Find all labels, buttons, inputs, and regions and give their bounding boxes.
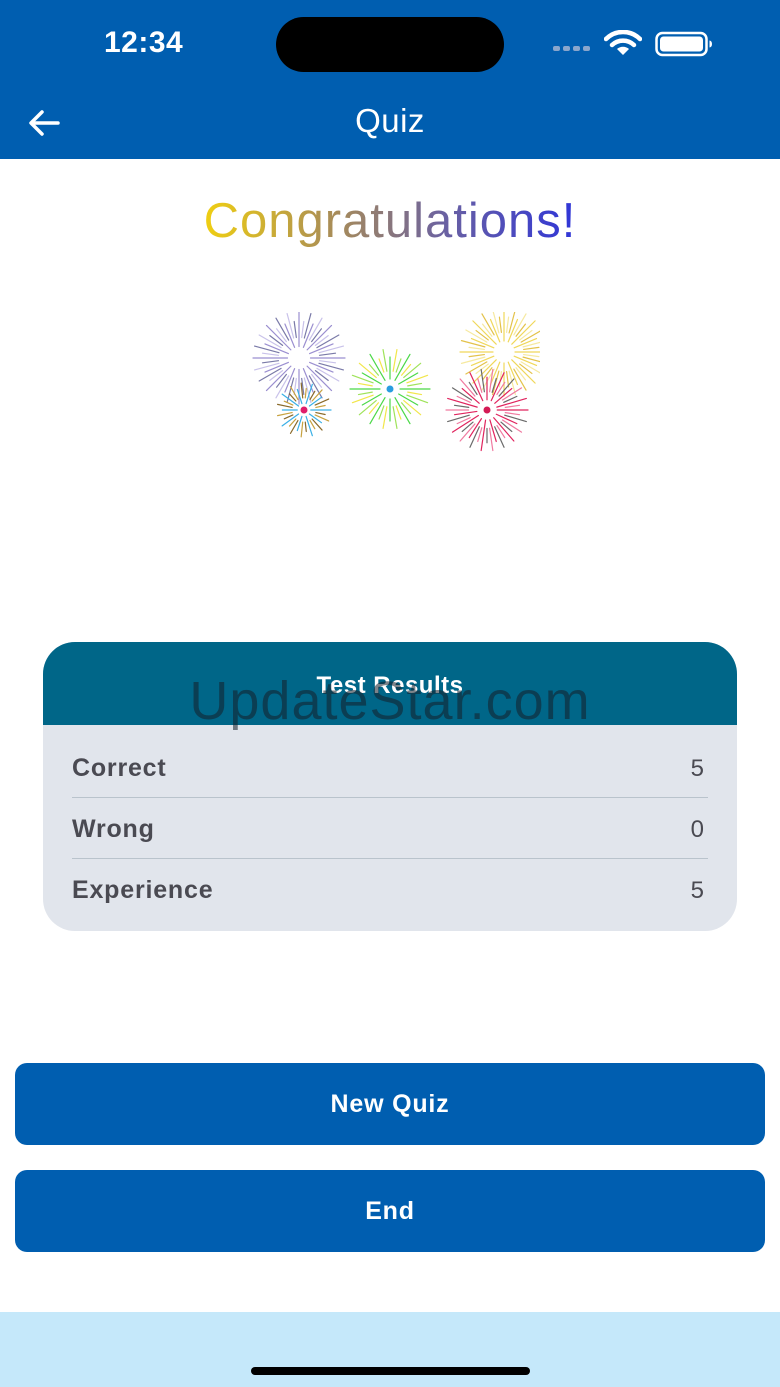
firework-spark xyxy=(461,421,474,433)
firework-spark xyxy=(253,345,280,354)
end-button[interactable]: End xyxy=(15,1170,765,1252)
firework-spark xyxy=(351,394,374,404)
result-value: 5 xyxy=(690,876,704,904)
firework-spark xyxy=(318,352,337,356)
firework-spark xyxy=(283,414,294,420)
firework-spark xyxy=(305,415,313,437)
result-label: Correct xyxy=(72,754,167,782)
firework-spark xyxy=(522,341,540,348)
congratulations-text: Congratulations! xyxy=(203,194,577,248)
firework-spark xyxy=(289,419,299,434)
firework-spark xyxy=(523,353,540,358)
firework-spark xyxy=(304,387,307,399)
firework-spark xyxy=(351,374,374,384)
firework-spark xyxy=(357,382,373,387)
firework-spark xyxy=(286,312,295,339)
firework-spark xyxy=(407,391,423,396)
firework-spark xyxy=(508,312,516,334)
firework-spark xyxy=(253,362,280,371)
bottom-area xyxy=(0,1312,780,1387)
row-divider xyxy=(72,797,708,798)
firework-spark xyxy=(447,414,470,423)
firework-spark xyxy=(357,391,373,396)
firework-spark xyxy=(496,397,527,408)
result-row-wrong: Wrong 0 xyxy=(72,799,708,860)
firework-spark xyxy=(447,397,478,408)
firework-spark xyxy=(492,312,500,334)
firework-spark xyxy=(392,349,398,372)
firework-spark xyxy=(276,403,293,409)
page-title: Quiz xyxy=(355,102,425,139)
home-indicator xyxy=(251,1367,530,1375)
firework-spark xyxy=(392,406,398,429)
new-quiz-button[interactable]: New Quiz xyxy=(15,1063,765,1145)
firework-spark xyxy=(480,419,487,452)
top-bar: 12:34 Quiz xyxy=(0,0,780,159)
firework-spark xyxy=(296,415,303,432)
firework-spark xyxy=(283,400,294,406)
firework-spark xyxy=(382,349,388,372)
firework-spark xyxy=(504,404,521,408)
result-row-experience: Experience 5 xyxy=(72,860,708,921)
firework-spark xyxy=(276,411,293,417)
firework-spark xyxy=(522,356,540,363)
firework-spark xyxy=(460,356,486,364)
firework-spark xyxy=(293,377,297,396)
firework-spark xyxy=(504,412,521,416)
firework-spark xyxy=(406,374,429,384)
firework-spark xyxy=(382,406,388,429)
firework-spark xyxy=(468,353,485,358)
firework-spark xyxy=(318,362,345,371)
fireworks-illustration xyxy=(252,312,540,452)
firework-spark xyxy=(500,421,513,433)
firework-spark xyxy=(261,360,280,364)
result-value: 5 xyxy=(690,754,704,782)
firework-spark xyxy=(261,352,280,356)
firework-spark xyxy=(315,411,326,416)
firework-spark xyxy=(318,360,337,364)
firework-spark xyxy=(311,418,323,431)
firework-spark xyxy=(498,316,503,333)
firework-spark xyxy=(406,394,429,404)
results-header: Test Results UpdateStar.com xyxy=(43,642,737,731)
firework-spark xyxy=(504,414,527,423)
firework-spark xyxy=(318,345,345,354)
row-divider xyxy=(72,858,708,859)
firework-core xyxy=(386,385,394,393)
battery-icon xyxy=(655,31,712,57)
firework-spark xyxy=(303,312,312,339)
result-row-correct: Correct 5 xyxy=(72,738,708,799)
result-label: Wrong xyxy=(72,815,155,843)
firework-spark xyxy=(453,410,478,416)
firework-spark xyxy=(300,421,304,438)
firework-core xyxy=(483,406,491,414)
cellular-signal-icon xyxy=(553,46,593,54)
wifi-icon xyxy=(604,30,642,55)
firework-spark xyxy=(453,404,470,408)
firework-spark xyxy=(505,316,510,333)
firework-spark xyxy=(468,346,485,351)
watermark: UpdateStar.com xyxy=(189,671,591,731)
firework-spark xyxy=(489,427,494,452)
status-time: 12:34 xyxy=(104,26,184,59)
firework-spark xyxy=(407,382,423,387)
firework-spark xyxy=(293,320,297,339)
firework-spark xyxy=(523,346,540,351)
firework-spark xyxy=(289,386,299,401)
test-results-card: Test Results UpdateStar.com Correct 5 Wr… xyxy=(43,642,737,931)
result-value: 0 xyxy=(690,815,704,843)
result-label: Experience xyxy=(72,876,214,904)
dynamic-island xyxy=(276,17,504,72)
firework-spark xyxy=(296,388,303,405)
firework-spark xyxy=(315,404,326,409)
firework-core xyxy=(300,406,308,414)
congratulations-heading: Congratulations! xyxy=(0,193,780,249)
firework-spark xyxy=(304,421,307,433)
firework-spark xyxy=(460,340,486,348)
firework-spark xyxy=(301,320,305,339)
